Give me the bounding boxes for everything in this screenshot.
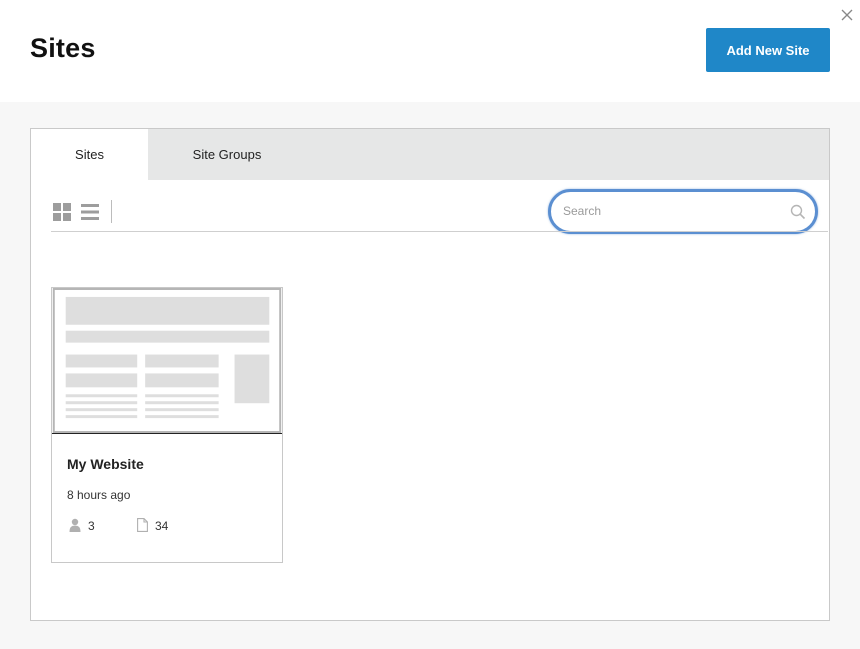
list-view-icon[interactable] xyxy=(81,203,99,221)
toolbar-divider xyxy=(111,200,112,223)
tab-site-groups[interactable]: Site Groups xyxy=(148,129,306,180)
site-name: My Website xyxy=(67,456,144,472)
page-count: 34 xyxy=(155,519,169,533)
site-thumbnail xyxy=(52,288,282,434)
user-icon xyxy=(69,518,81,532)
tab-sites[interactable]: Sites xyxy=(31,129,148,180)
grid-view-icon[interactable] xyxy=(53,203,71,221)
tab-site-groups-label: Site Groups xyxy=(192,147,262,162)
search-icon[interactable] xyxy=(790,204,806,220)
tab-sites-label: Sites xyxy=(75,147,104,162)
close-icon[interactable] xyxy=(840,8,854,22)
sites-panel: Sites Site Groups Search My Website 8 ho… xyxy=(30,128,830,621)
user-count: 3 xyxy=(88,519,95,533)
tab-bar: Sites Site Groups xyxy=(31,129,829,180)
site-updated-time: 8 hours ago xyxy=(67,488,131,502)
page-header: Sites Add New Site xyxy=(0,0,860,102)
toolbar-underline xyxy=(51,231,828,232)
add-new-site-button[interactable]: Add New Site xyxy=(706,28,830,72)
site-card[interactable]: My Website 8 hours ago 3 34 xyxy=(51,287,283,563)
page-title: Sites xyxy=(30,33,96,63)
search-input[interactable] xyxy=(563,200,773,222)
page-icon xyxy=(137,518,148,532)
search-box xyxy=(548,189,818,234)
